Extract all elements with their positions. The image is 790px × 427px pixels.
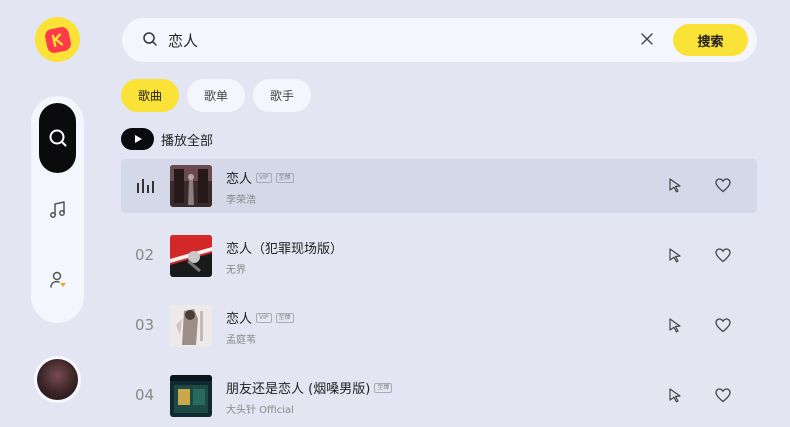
song-artist: 李荣浩 (226, 195, 256, 206)
song-title: 朋友还是恋人 (烟嗓男版) (226, 382, 371, 397)
search-icon (49, 129, 66, 147)
song-row[interactable]: 03 恋人 VIP 至臻 孟庭苇 (121, 299, 757, 353)
quality-badge: 至臻 (275, 172, 294, 183)
album-cover (170, 235, 212, 277)
song-index: 03 (135, 316, 155, 334)
song-row[interactable]: 恋人 VIP 至臻 李荣浩 (121, 159, 757, 213)
pointer-icon[interactable] (667, 177, 683, 193)
quality-badge: 至臻 (275, 312, 294, 323)
music-note-icon (49, 200, 65, 218)
heart-icon[interactable] (715, 318, 731, 333)
heart-icon[interactable] (715, 388, 731, 403)
vip-badge: VIP (256, 312, 272, 323)
tab-playlists[interactable]: 歌单 (187, 79, 245, 112)
app-logo-icon (43, 25, 72, 54)
search-bar: 搜索 (122, 18, 757, 62)
play-all-label: 播放全部 (161, 133, 214, 149)
quality-badge: 至臻 (374, 382, 393, 393)
avatar-image (37, 359, 78, 400)
nav-search[interactable] (39, 103, 76, 173)
vip-badge: VIP (256, 172, 272, 183)
search-icon (143, 32, 157, 46)
song-artist: 无界 (226, 265, 246, 276)
heart-icon[interactable] (715, 248, 731, 263)
song-row[interactable]: 02 恋人（犯罪现场版） 无界 (121, 229, 757, 283)
tab-songs[interactable]: 歌曲 (121, 79, 179, 112)
pointer-icon[interactable] (667, 317, 683, 333)
search-button[interactable]: 搜索 (673, 24, 748, 56)
song-index: 02 (135, 246, 155, 264)
play-icon (134, 135, 142, 143)
nav-music[interactable] (39, 191, 76, 228)
side-nav (31, 96, 84, 323)
song-title: 恋人（犯罪现场版） (226, 242, 344, 257)
play-all[interactable]: 播放全部 (121, 128, 213, 150)
app-logo[interactable] (35, 17, 80, 62)
play-all-button[interactable] (121, 128, 154, 150)
song-row[interactable]: 04 朋友还是恋人 (烟嗓男版) 至臻 大头针 Official (121, 369, 757, 423)
playing-bars-icon (137, 179, 154, 193)
pointer-icon[interactable] (667, 387, 683, 403)
song-title: 恋人 (226, 172, 253, 187)
album-cover (170, 375, 212, 417)
search-input[interactable] (168, 28, 608, 52)
song-title: 恋人 (226, 312, 253, 327)
song-index: 04 (135, 386, 155, 404)
pointer-icon[interactable] (667, 247, 683, 263)
clear-icon[interactable] (640, 32, 654, 46)
heart-icon[interactable] (715, 178, 731, 193)
album-cover (170, 165, 212, 207)
nav-user[interactable] (39, 261, 76, 298)
avatar[interactable] (34, 356, 81, 403)
song-artist: 孟庭苇 (226, 335, 256, 346)
user-icon (49, 271, 66, 288)
song-artist: 大头针 Official (226, 405, 294, 416)
album-cover (170, 305, 212, 347)
tab-artists[interactable]: 歌手 (253, 79, 311, 112)
